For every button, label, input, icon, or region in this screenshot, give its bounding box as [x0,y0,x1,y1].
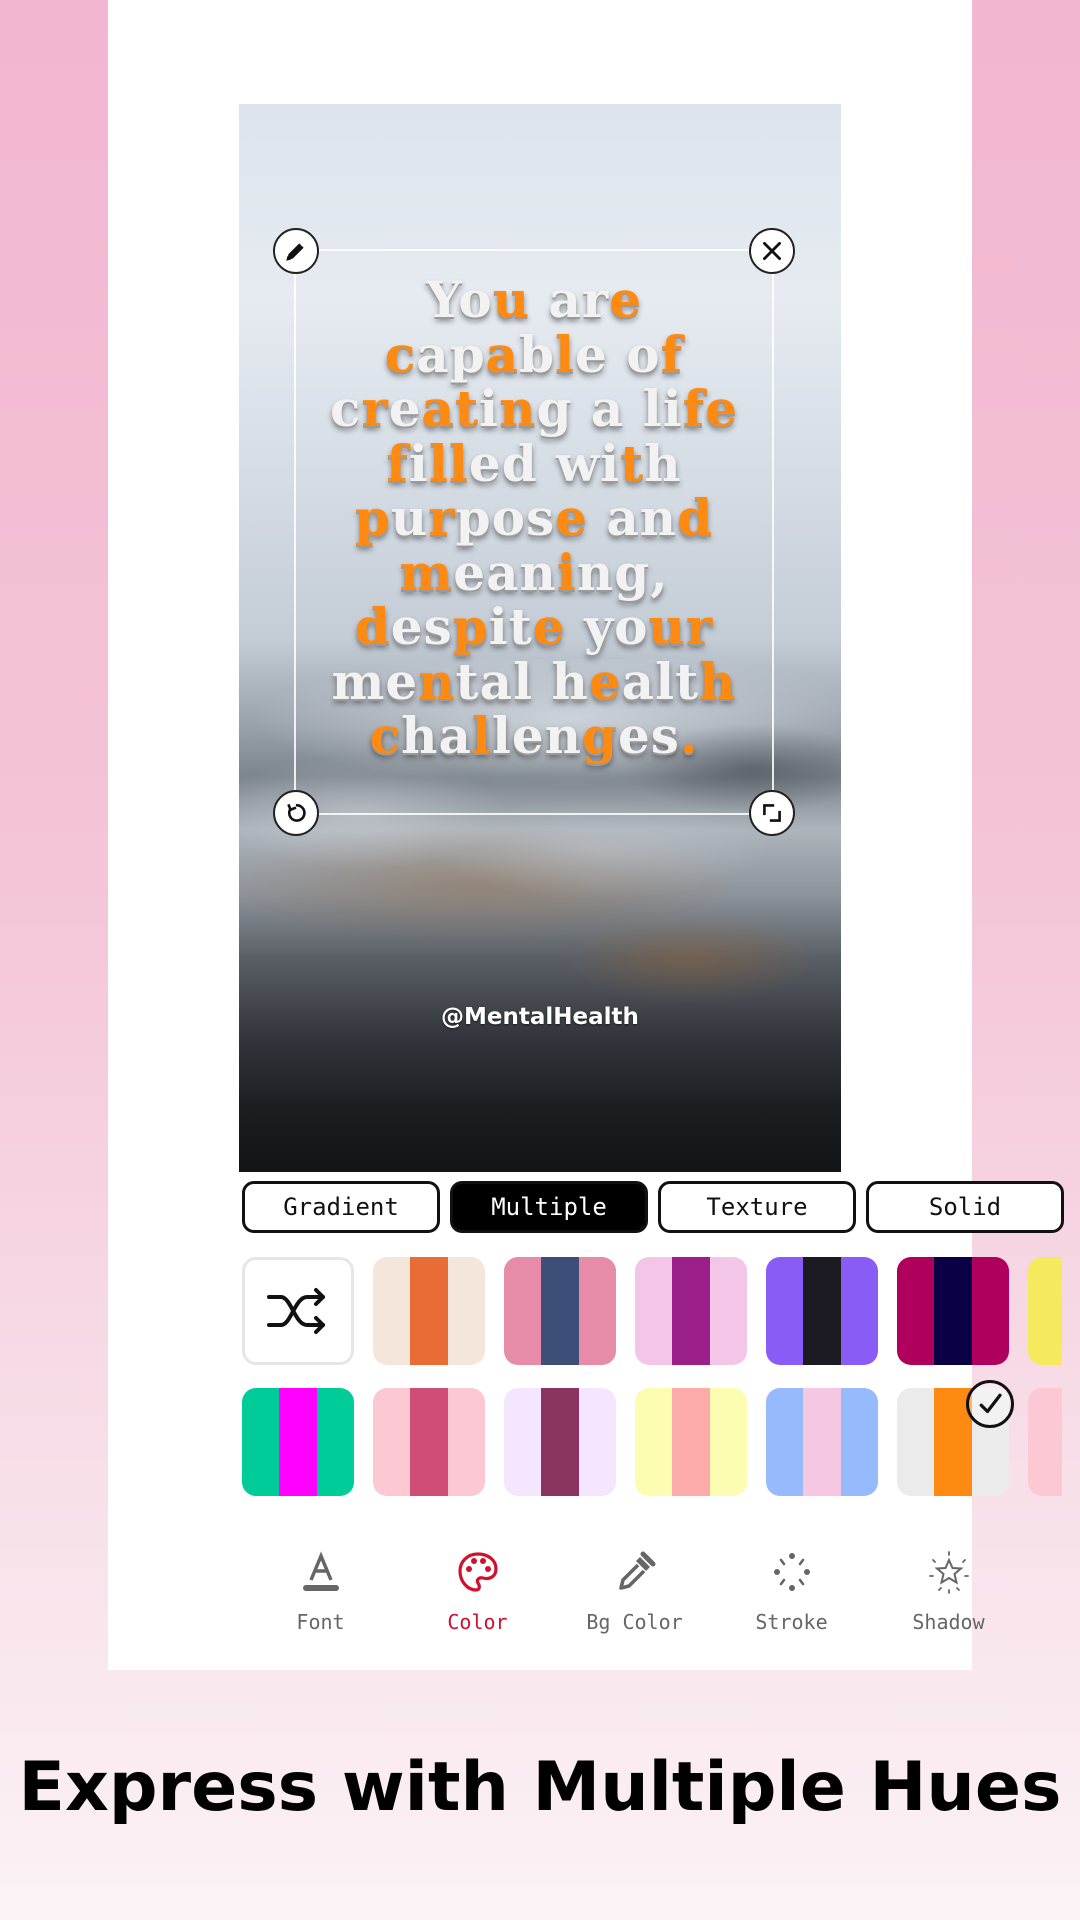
nav-label: Bg Color [586,1610,683,1634]
resize-icon [763,804,781,822]
color-swatch[interactable] [373,1257,485,1365]
swatch-band [1028,1257,1062,1365]
quote-line: capable of [384,324,684,384]
selected-swatch[interactable] [897,1380,1014,1496]
nav-item-bg-color[interactable]: Bg Color [556,1548,713,1648]
color-swatch[interactable] [766,1257,878,1365]
swatch-band [447,1388,485,1496]
tab-solid[interactable]: Solid [866,1181,1064,1233]
check-icon [966,1380,1014,1428]
swatch-band [672,1257,710,1365]
nav-item-color[interactable]: Color [399,1548,556,1648]
swatch-band [316,1388,354,1496]
swatch-band [373,1257,411,1365]
swatch-grid [242,1257,1062,1497]
swatch-band [766,1388,804,1496]
swatch-band [934,1257,972,1365]
quote-line: filled with [386,433,682,493]
nav-label: Font [296,1610,345,1634]
tab-texture[interactable]: Texture [658,1181,856,1233]
color-swatch[interactable] [635,1388,747,1496]
swatch-band [410,1388,448,1496]
rotate-handle[interactable] [273,790,319,836]
swatch-band [410,1257,448,1365]
swatch-band [541,1257,579,1365]
swatch-band [578,1257,616,1365]
swatch-band [504,1388,542,1496]
bottom-nav: Font Color Bg Color Stroke Shadow [242,1548,1080,1648]
resize-handle[interactable] [749,790,795,836]
swatch-band [897,1388,935,1496]
quote-line: creating a life [329,379,739,438]
color-swatch[interactable] [242,1388,354,1496]
quote-line: despite your [354,597,714,656]
swatch-band [578,1388,616,1496]
nav-label: Stroke [755,1610,828,1634]
nav-item-shadow[interactable]: Shadow [870,1548,1027,1648]
shadow-star-icon [925,1548,973,1596]
shuffle-button[interactable] [242,1257,354,1365]
swatch-band [672,1388,710,1496]
close-handle[interactable] [749,228,795,274]
swatch-band [803,1257,841,1365]
color-swatch[interactable] [504,1257,616,1365]
color-swatch[interactable] [373,1388,485,1496]
font-icon [297,1548,345,1596]
quote-line: mental health [331,651,737,711]
color-swatch[interactable] [1028,1257,1062,1365]
swatch-band [242,1388,280,1496]
quote-text[interactable]: You are capable of creating a life filled w… [288,270,780,765]
color-swatch[interactable] [766,1388,878,1496]
nav-item-more[interactable] [1027,1548,1080,1648]
quote-line: purpose and [354,488,714,547]
eyedropper-icon [611,1548,659,1596]
tab-multiple[interactable]: Multiple [450,1181,648,1233]
color-mode-tabs: Gradient Multiple Texture Solid [242,1181,1064,1233]
photo-canvas[interactable]: You are capable of creating a life filled w… [239,104,841,1172]
quote-line: meaning, [399,542,669,602]
close-icon [763,242,781,260]
swatch-band [504,1257,542,1365]
swatch-band [635,1257,673,1365]
nav-label: Color [447,1610,508,1634]
swatch-row-1 [242,1257,1062,1365]
tab-gradient[interactable]: Gradient [242,1181,440,1233]
color-swatch[interactable] [635,1257,747,1365]
rotate-icon [287,803,306,822]
nav-item-font[interactable]: Font [242,1548,399,1648]
swatch-band [635,1388,673,1496]
palette-icon [454,1548,502,1596]
phone-panel: You are capable of creating a life filled w… [108,0,1064,1670]
swatch-band [447,1257,485,1365]
shuffle-icon [267,1288,325,1334]
swatch-band [541,1388,579,1496]
color-swatch[interactable] [897,1257,1009,1365]
swatch-band [766,1257,804,1365]
swatch-band [840,1388,878,1496]
swatch-band [709,1257,747,1365]
swatch-row-2 [242,1380,1062,1496]
swatch-band [709,1388,747,1496]
swatch-band [971,1257,1009,1365]
quote-text-box[interactable]: You are capable of creating a life filled w… [273,228,795,836]
swatch-band [279,1388,317,1496]
swatch-band [373,1388,411,1496]
quote-line: challenges. [369,706,699,765]
promo-headline: Express with Multiple Hues [18,1748,1062,1827]
nav-item-stroke[interactable]: Stroke [713,1548,870,1648]
pencil-icon [286,243,304,261]
edit-handle[interactable] [273,228,319,274]
bottom-toolbar: Font Color Bg Color Stroke Shadow [242,1540,1080,1650]
watermark-text[interactable]: @MentalHealth [239,1004,841,1030]
color-swatch[interactable] [1028,1388,1062,1496]
swatch-band [1028,1388,1062,1496]
swatch-band [897,1257,935,1365]
stroke-icon [768,1548,816,1596]
quote-line: You are [425,270,643,329]
color-swatch[interactable] [504,1388,616,1496]
swatch-band [840,1257,878,1365]
swatch-band [803,1388,841,1496]
nav-label: Shadow [912,1610,985,1634]
